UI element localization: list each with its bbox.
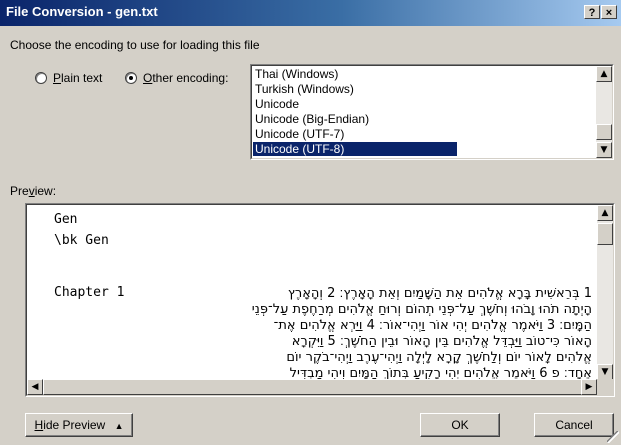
- close-button[interactable]: ×: [601, 5, 617, 19]
- scroll-up-icon[interactable]: ▲: [597, 205, 613, 221]
- scroll-left-icon[interactable]: ◀: [27, 379, 43, 395]
- encoding-option[interactable]: Turkish (Windows): [253, 82, 457, 96]
- other-encoding-radio[interactable]: Other encoding:: [125, 70, 255, 86]
- scroll-down-icon[interactable]: ▼: [597, 364, 613, 380]
- ok-button[interactable]: OK: [420, 413, 500, 437]
- help-button[interactable]: ?: [584, 5, 600, 19]
- preview-pane[interactable]: Gen \bk Gen Chapter 1 1 בְּרֵאשִׁית בָּרָא…: [25, 203, 615, 397]
- encoding-option[interactable]: Unicode (UTF-8): [253, 142, 457, 156]
- scroll-thumb[interactable]: [596, 124, 612, 140]
- resize-grip-icon[interactable]: [607, 431, 619, 443]
- cancel-button[interactable]: Cancel: [534, 413, 614, 437]
- preview-line: Gen: [54, 212, 78, 227]
- encoding-option[interactable]: Unicode (UTF-7): [253, 127, 457, 141]
- plain-text-radio[interactable]: Plain text: [35, 70, 135, 86]
- preview-label: Preview:: [10, 184, 57, 198]
- preview-hebrew-line: 1 בְּרֵאשִׁית בָּרָא אֱלֹהִים אֵת הַשָּׁ…: [287, 286, 592, 301]
- title-bar: File Conversion - gen.txt ? ×: [0, 0, 621, 26]
- vertical-scroll-thumb[interactable]: [597, 223, 613, 245]
- plain-text-radio-circle[interactable]: [35, 72, 47, 84]
- up-arrow-icon: ▲: [114, 421, 124, 431]
- window-title: File Conversion - gen.txt: [6, 4, 158, 19]
- encoding-option[interactable]: Thai (Windows): [253, 67, 457, 81]
- encoding-option[interactable]: Unicode: [253, 97, 457, 111]
- hide-preview-label-rest: ide Preview: [43, 418, 106, 432]
- hide-preview-label: Hide Preview: [34, 418, 106, 432]
- plain-text-label-rest: lain text: [61, 71, 103, 85]
- scroll-right-icon[interactable]: ▶: [581, 379, 597, 395]
- encoding-option[interactable]: Unicode (Big-Endian): [253, 112, 457, 126]
- preview-hebrew-line: הַמָּיִם׃ 3 וַיֹּאמֶר אֱלֹהִים יְהִי אוֹ…: [273, 318, 592, 333]
- preview-vertical-scrollbar[interactable]: ▲ ▼: [597, 205, 613, 380]
- preview-line: \bk Gen: [54, 233, 109, 248]
- other-encoding-label[interactable]: Other encoding:: [143, 71, 228, 85]
- hide-preview-button[interactable]: Hide Preview ▲: [25, 413, 133, 437]
- horizontal-scroll-thumb[interactable]: [43, 379, 583, 395]
- preview-hebrew-line: הָיְתָה תֹהוּ וָבֹהוּ וְחֹשֶׁךְ עַל־פְּנ…: [251, 302, 592, 317]
- preview-horizontal-scrollbar[interactable]: ◀ ▶: [27, 379, 597, 395]
- other-encoding-radio-circle[interactable]: [125, 72, 137, 84]
- preview-hebrew-line: אֱלֹהִים לָאוֹר יוֹם וְלַחֹשֶׁךְ קָרָא ל…: [286, 350, 592, 365]
- preview-hebrew-line: הָאוֹר כִּי־טוֹב וַיַּבְדֵּל אֱלֹהִים בֵ…: [291, 334, 592, 349]
- encoding-list-scrollbar[interactable]: ▲ ▼: [596, 66, 612, 158]
- encoding-prompt: Choose the encoding to use for loading t…: [10, 38, 260, 52]
- encoding-list[interactable]: Thai (Windows) Turkish (Windows) Unicode Un…: [250, 64, 614, 160]
- other-encoding-label-rest: ther encoding:: [152, 71, 229, 85]
- scroll-down-icon[interactable]: ▼: [596, 142, 612, 158]
- scroll-corner: [597, 379, 613, 395]
- plain-text-label[interactable]: Plain text: [53, 71, 102, 85]
- scroll-up-icon[interactable]: ▲: [596, 66, 612, 82]
